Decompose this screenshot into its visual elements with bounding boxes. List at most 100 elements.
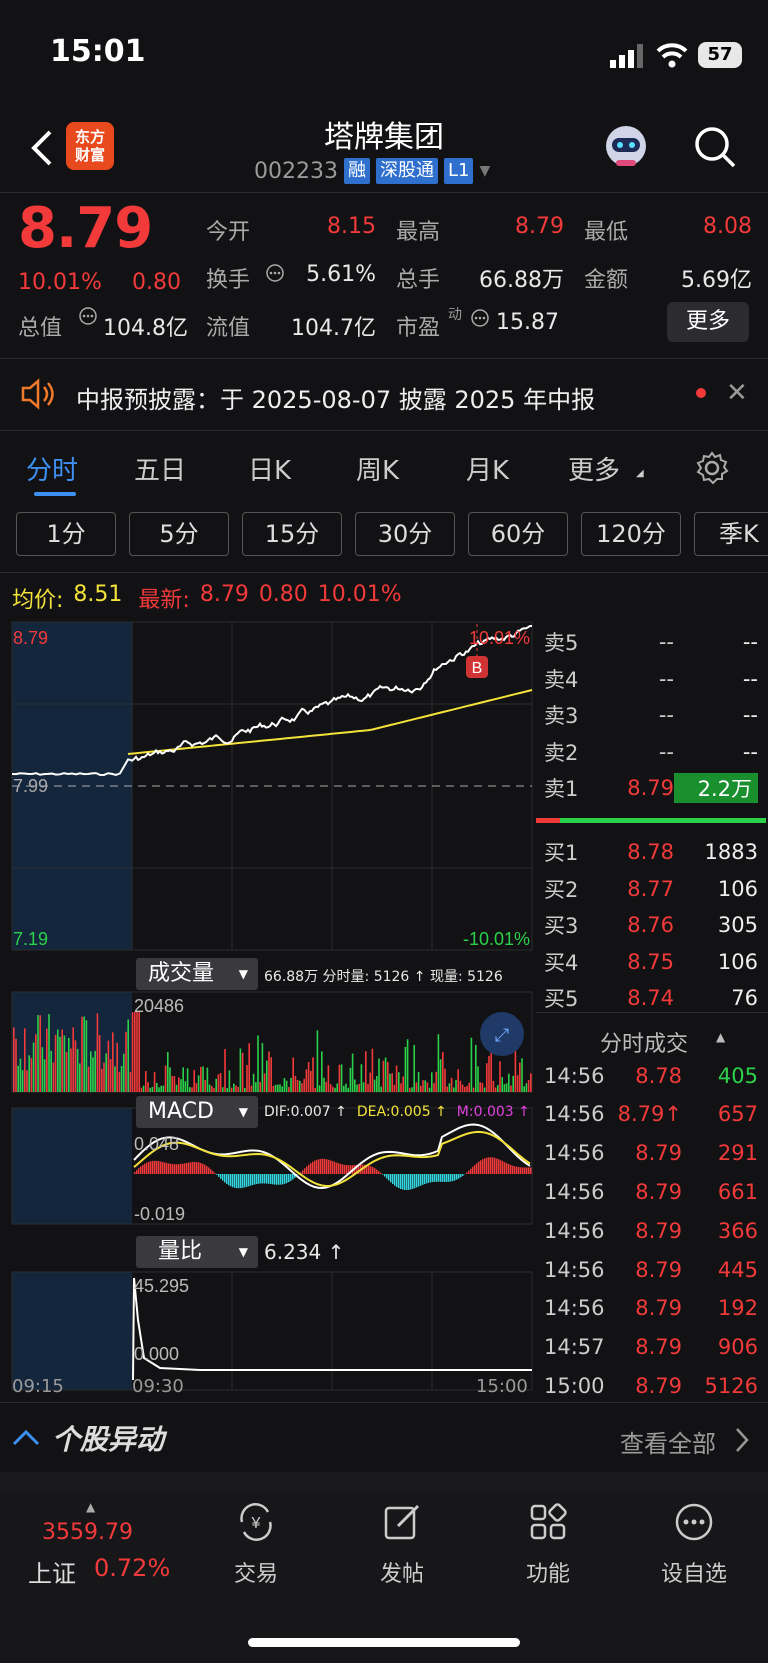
ask-row-label: 卖5 xyxy=(544,631,579,655)
period-15min[interactable]: 15分 xyxy=(242,512,342,556)
period-quarter-k[interactable]: 季K xyxy=(694,512,768,556)
bid-row-price: 8.75 xyxy=(627,949,674,974)
macd-bar xyxy=(482,1159,484,1174)
y-bottom-label: 7.19 xyxy=(13,929,48,949)
tab-intraday[interactable]: 分时 xyxy=(26,450,78,487)
volume-bar xyxy=(389,1073,391,1092)
macd-bar xyxy=(290,1174,292,1181)
macd-bar xyxy=(388,1174,390,1181)
close-icon[interactable]: ✕ xyxy=(726,378,748,408)
tick-row-t: 15:00 xyxy=(544,1373,605,1398)
nav-watchlist[interactable]: 设自选 xyxy=(644,1500,744,1588)
volume-ratio-select[interactable]: 量比 ▼ xyxy=(136,1236,258,1268)
info-icon[interactable] xyxy=(470,308,490,328)
period-120min[interactable]: 120分 xyxy=(581,512,681,556)
macd-bar xyxy=(186,1162,188,1174)
volume-bar xyxy=(98,1035,101,1092)
amount-value: 5.69亿 xyxy=(681,268,752,293)
volume-bar xyxy=(266,1060,268,1092)
period-30min[interactable]: 30分 xyxy=(355,512,455,556)
index-pct[interactable]: 0.72% xyxy=(94,1554,170,1582)
volume-bar xyxy=(263,1073,266,1092)
volume-indicator-select[interactable]: 成交量 ▼ xyxy=(136,958,258,990)
volume-bar xyxy=(406,1039,409,1092)
info-icon[interactable] xyxy=(265,263,285,283)
index-name[interactable]: 上证 xyxy=(28,1554,76,1589)
volume-bar xyxy=(387,1062,389,1092)
tab-monthly-k[interactable]: 月K xyxy=(466,450,509,487)
stock-code-row[interactable]: 002233 融 深股通 L1 ▼ xyxy=(254,158,490,184)
macd-bar xyxy=(530,1167,532,1174)
speaker-icon xyxy=(21,378,54,410)
tab-daily-k[interactable]: 日K xyxy=(248,450,291,487)
nav-function[interactable]: 功能 xyxy=(498,1500,598,1588)
tick-row-v: 657 xyxy=(717,1102,758,1127)
low-value: 8.08 xyxy=(703,214,752,239)
volume-bar xyxy=(175,1084,178,1092)
nav-watchlist-label: 设自选 xyxy=(660,1562,727,1587)
nav-trade[interactable]: ¥ 交易 xyxy=(206,1500,306,1588)
volume-bar xyxy=(519,1062,521,1092)
dea-line xyxy=(133,1130,531,1187)
macd-bar xyxy=(218,1174,220,1177)
macd-bar xyxy=(334,1161,336,1174)
volume-bar xyxy=(290,1077,292,1092)
latest-label: 最新: xyxy=(138,588,190,613)
notice-text[interactable]: 中报预披露：于 2025-08-07 披露 2025 年中报 xyxy=(76,380,595,415)
volume-bar xyxy=(200,1067,202,1092)
volume-bar xyxy=(303,1078,305,1092)
volume-bar xyxy=(35,1034,37,1092)
volume-bar xyxy=(415,1082,418,1092)
volume-bar xyxy=(400,1083,402,1092)
more-button[interactable]: 更多 xyxy=(667,302,749,342)
chevron-right-icon[interactable] xyxy=(734,1426,750,1454)
period-5min[interactable]: 5分 xyxy=(129,512,229,556)
macd-bar xyxy=(306,1166,308,1174)
view-all-link[interactable]: 查看全部 xyxy=(620,1424,716,1459)
latest-value: 8.79 xyxy=(199,582,249,607)
macd-bar xyxy=(180,1163,182,1174)
volume-bar xyxy=(367,1083,369,1092)
volume-bar xyxy=(43,1059,46,1092)
robot-assistant-icon[interactable] xyxy=(600,120,652,172)
volume-bar xyxy=(316,1030,319,1092)
macd-bar xyxy=(190,1162,192,1174)
intraday-chart[interactable]: B 8.79 7.99 7.19 10.01% -10.01% 20486 ⤢ … xyxy=(0,620,540,1400)
volume-bar xyxy=(268,1051,270,1092)
macd-bar xyxy=(232,1174,234,1188)
macd-bar xyxy=(466,1172,468,1174)
nav-post[interactable]: 发帖 xyxy=(352,1500,452,1588)
macd-bar xyxy=(508,1164,510,1174)
volume-bar xyxy=(530,1073,532,1092)
period-1min[interactable]: 1分 xyxy=(16,512,116,556)
macd-bar xyxy=(436,1174,438,1182)
volume-info: 66.88万 分时量: 5126 ↑ 现量: 5126 xyxy=(264,969,503,985)
ticks-title[interactable]: 分时成交 xyxy=(600,1026,688,1058)
chevron-up-icon[interactable] xyxy=(12,1428,40,1446)
volume-bar xyxy=(169,1067,171,1092)
tick-row: 14:56 8.79 366 xyxy=(544,1211,758,1250)
macd-bar xyxy=(524,1167,526,1174)
tab-five-day[interactable]: 五日 xyxy=(134,450,186,487)
macd-bar xyxy=(528,1167,530,1174)
grid-icon xyxy=(530,1503,567,1540)
period-60min[interactable]: 60分 xyxy=(468,512,568,556)
search-icon[interactable] xyxy=(692,124,738,170)
macd-bar xyxy=(444,1174,446,1182)
volume-bar xyxy=(492,1080,495,1092)
tab-weekly-k[interactable]: 周K xyxy=(356,450,399,487)
settings-gear-icon[interactable] xyxy=(694,450,730,486)
macd-indicator-select[interactable]: MACD ▼ xyxy=(136,1096,258,1128)
volume-bar xyxy=(142,1085,145,1092)
bid-row-vol: 106 xyxy=(717,876,758,901)
expand-icon: ⤢ xyxy=(495,1025,510,1046)
macd-bar xyxy=(224,1174,226,1183)
index-value[interactable]: 3559.79 xyxy=(42,1520,133,1545)
macd-bar xyxy=(456,1174,458,1180)
latest-pct: 10.01% xyxy=(317,582,402,607)
tab-more[interactable]: 更多 xyxy=(568,450,620,487)
volume-bar xyxy=(437,1034,440,1092)
macd-bar xyxy=(234,1174,236,1188)
macd-bar xyxy=(344,1164,346,1174)
macd-bar xyxy=(148,1161,150,1174)
